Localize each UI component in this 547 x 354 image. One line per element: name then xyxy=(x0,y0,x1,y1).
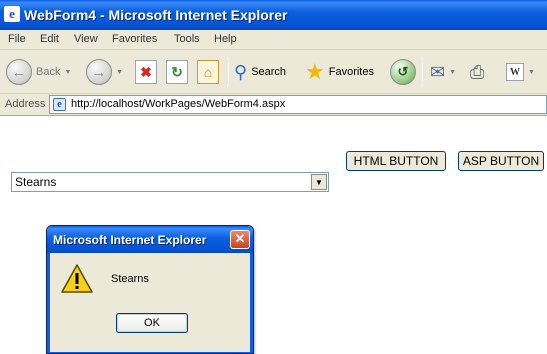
html-button[interactable]: HTML BUTTON xyxy=(346,151,446,171)
search-icon: ⚲ xyxy=(234,61,248,82)
favorites-button[interactable]: ★ Favorites xyxy=(305,54,374,90)
stop-button[interactable]: ✖ xyxy=(135,54,157,90)
dropdown-arrow-icon[interactable]: ▼ xyxy=(311,174,327,190)
refresh-button[interactable]: ↻ xyxy=(166,54,188,90)
favorites-star-icon: ★ xyxy=(305,59,325,84)
mail-dropdown-icon[interactable]: ▼ xyxy=(449,69,456,76)
name-dropdown[interactable]: Stearns ▼ xyxy=(11,172,329,192)
printer-icon: ⎙ xyxy=(470,61,485,82)
edit-button[interactable]: W ▼ xyxy=(506,54,535,90)
menu-tools[interactable]: Tools xyxy=(174,33,200,45)
dropdown-selected-value: Stearns xyxy=(15,175,57,189)
forward-arrow-icon: → xyxy=(86,59,112,85)
edit-dropdown-icon[interactable]: ▼ xyxy=(528,69,535,76)
address-url: http://localhost/WorkPages/WebForm4.aspx xyxy=(71,98,286,110)
menu-favorites[interactable]: Favorites xyxy=(112,33,157,45)
home-button[interactable]: ⌂ xyxy=(197,54,219,90)
favorites-label: Favorites xyxy=(328,66,374,78)
dialog-message: Stearns xyxy=(111,273,149,285)
ok-button[interactable]: OK xyxy=(116,313,188,333)
back-label: Back xyxy=(36,66,61,78)
history-icon: ↺ xyxy=(390,59,416,85)
history-button[interactable]: ↺ xyxy=(390,54,416,90)
address-label: Address xyxy=(5,98,46,110)
toolbar-separator xyxy=(422,58,423,86)
window-titlebar[interactable]: e WebForm4 - Microsoft Internet Explorer xyxy=(0,0,547,30)
menu-view[interactable]: View xyxy=(74,33,98,45)
back-dropdown-icon[interactable]: ▼ xyxy=(64,69,71,76)
window-title: WebForm4 - Microsoft Internet Explorer xyxy=(24,7,288,23)
stop-icon: ✖ xyxy=(135,60,157,84)
toolbar: ← Back ▼ → ▼ ✖ ↻ ⌂ ⚲ Search ★ Favorites … xyxy=(0,50,547,94)
ie-page-icon: e xyxy=(4,6,20,22)
asp-button[interactable]: ASP BUTTON xyxy=(458,151,544,171)
forward-button[interactable]: → ▼ xyxy=(86,54,123,90)
refresh-icon: ↻ xyxy=(166,60,188,84)
menu-bar: File Edit View Favorites Tools Help xyxy=(0,30,547,50)
back-arrow-icon: ← xyxy=(6,59,32,85)
forward-dropdown-icon[interactable]: ▼ xyxy=(116,69,123,76)
mail-icon: ✉ xyxy=(430,61,446,82)
warning-icon xyxy=(61,264,93,293)
mail-button[interactable]: ✉ ▼ xyxy=(430,54,456,90)
toolbar-separator xyxy=(228,58,229,86)
back-button[interactable]: ← Back ▼ xyxy=(6,54,71,90)
alert-dialog: Microsoft Internet Explorer ✕ Stearns OK xyxy=(46,225,254,354)
dialog-titlebar[interactable]: Microsoft Internet Explorer ✕ xyxy=(47,226,253,253)
page-icon: e xyxy=(53,98,66,111)
address-input[interactable]: e http://localhost/WorkPages/WebForm4.as… xyxy=(49,95,547,114)
menu-help[interactable]: Help xyxy=(214,33,237,45)
menu-file[interactable]: File xyxy=(8,33,26,45)
search-button[interactable]: ⚲ Search xyxy=(234,54,286,90)
close-icon[interactable]: ✕ xyxy=(230,230,250,249)
menu-edit[interactable]: Edit xyxy=(40,33,59,45)
home-icon: ⌂ xyxy=(197,60,219,84)
address-bar: Address e http://localhost/WorkPages/Web… xyxy=(0,94,547,116)
word-edit-icon: W xyxy=(506,63,524,81)
print-button[interactable]: ⎙ xyxy=(470,54,484,90)
search-label: Search xyxy=(251,66,287,78)
dialog-title: Microsoft Internet Explorer xyxy=(53,233,207,247)
dialog-body: Stearns OK xyxy=(47,253,253,353)
